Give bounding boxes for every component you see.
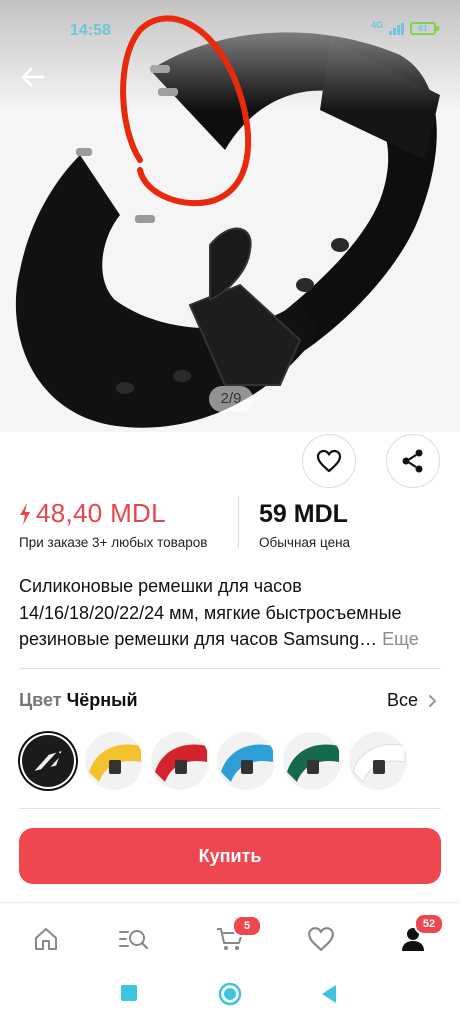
battery-icon: 61 (410, 22, 439, 35)
sale-price: 48,40 MDL (19, 498, 166, 529)
product-photo (0, 0, 460, 432)
catalog-search-icon (119, 930, 149, 950)
product-image-gallery[interactable]: 14:58 4G 61 2/9 (0, 0, 460, 432)
sale-price-note: При заказе 3+ любых товаров (19, 535, 208, 550)
buy-button[interactable]: Купить (19, 828, 441, 884)
share-icon (402, 449, 423, 473)
price-block: 48,40 MDL При заказе 3+ любых товаров 59… (19, 496, 439, 554)
status-time: 14:58 (70, 22, 111, 39)
swatch-red[interactable] (151, 732, 209, 790)
back-system-button[interactable] (320, 984, 338, 1009)
color-swatches (19, 732, 441, 794)
circle-icon (218, 982, 242, 1006)
chevron-right-icon (429, 694, 437, 707)
nav-catalog[interactable] (116, 921, 152, 957)
lightning-icon (20, 502, 30, 525)
regular-price-value: 59 MDL (259, 500, 348, 528)
sale-price-value: 48,40 MDL (36, 498, 166, 528)
color-label: Цвет Чёрный (19, 690, 138, 711)
network-type: 4G (370, 19, 383, 30)
swatch-yellow[interactable] (85, 732, 143, 790)
all-colors-link[interactable]: Все (387, 690, 437, 711)
share-button[interactable] (386, 434, 440, 488)
signal-icon (389, 22, 404, 35)
color-value: Чёрный (66, 690, 138, 710)
favorite-button[interactable] (302, 434, 356, 488)
divider (19, 668, 441, 669)
recent-apps-button[interactable] (120, 984, 138, 1007)
gallery-pager: 2/9 (209, 386, 253, 412)
price-divider (238, 496, 239, 548)
nav-profile[interactable]: 52 (395, 913, 444, 957)
heart-icon (308, 927, 334, 951)
status-bar: 14:58 4G 61 (0, 0, 460, 40)
profile-badge: 52 (414, 913, 444, 935)
swatch-blue[interactable] (217, 732, 275, 790)
nav-favorites[interactable] (303, 921, 339, 957)
swatch-green[interactable] (283, 732, 341, 790)
status-icons: 4G 61 (370, 19, 439, 35)
color-key: Цвет (19, 690, 62, 710)
swatch-white[interactable] (349, 732, 407, 790)
divider (19, 808, 441, 809)
cart-badge: 5 (232, 915, 262, 937)
system-navigation-bar (0, 970, 460, 1024)
bottom-navigation: 5 52 (0, 902, 460, 970)
swatch-black[interactable] (22, 735, 74, 787)
all-colors-label: Все (386, 690, 418, 710)
color-selector-header: Цвет Чёрный Все (19, 690, 441, 714)
product-description: Силиконовые ремешки для часов 14/16/18/2… (19, 573, 444, 653)
show-more-link[interactable]: Еще (382, 629, 419, 649)
nav-cart[interactable]: 5 (212, 915, 262, 957)
description-text: Силиконовые ремешки для часов 14/16/18/2… (19, 576, 402, 649)
back-arrow-icon[interactable] (18, 62, 48, 92)
heart-icon (316, 449, 342, 473)
home-system-button[interactable] (218, 982, 242, 1011)
regular-price-note: Обычная цена (259, 535, 351, 550)
triangle-back-icon (322, 985, 336, 1003)
square-icon (121, 985, 137, 1001)
home-icon (35, 928, 57, 950)
nav-home[interactable] (28, 921, 64, 957)
